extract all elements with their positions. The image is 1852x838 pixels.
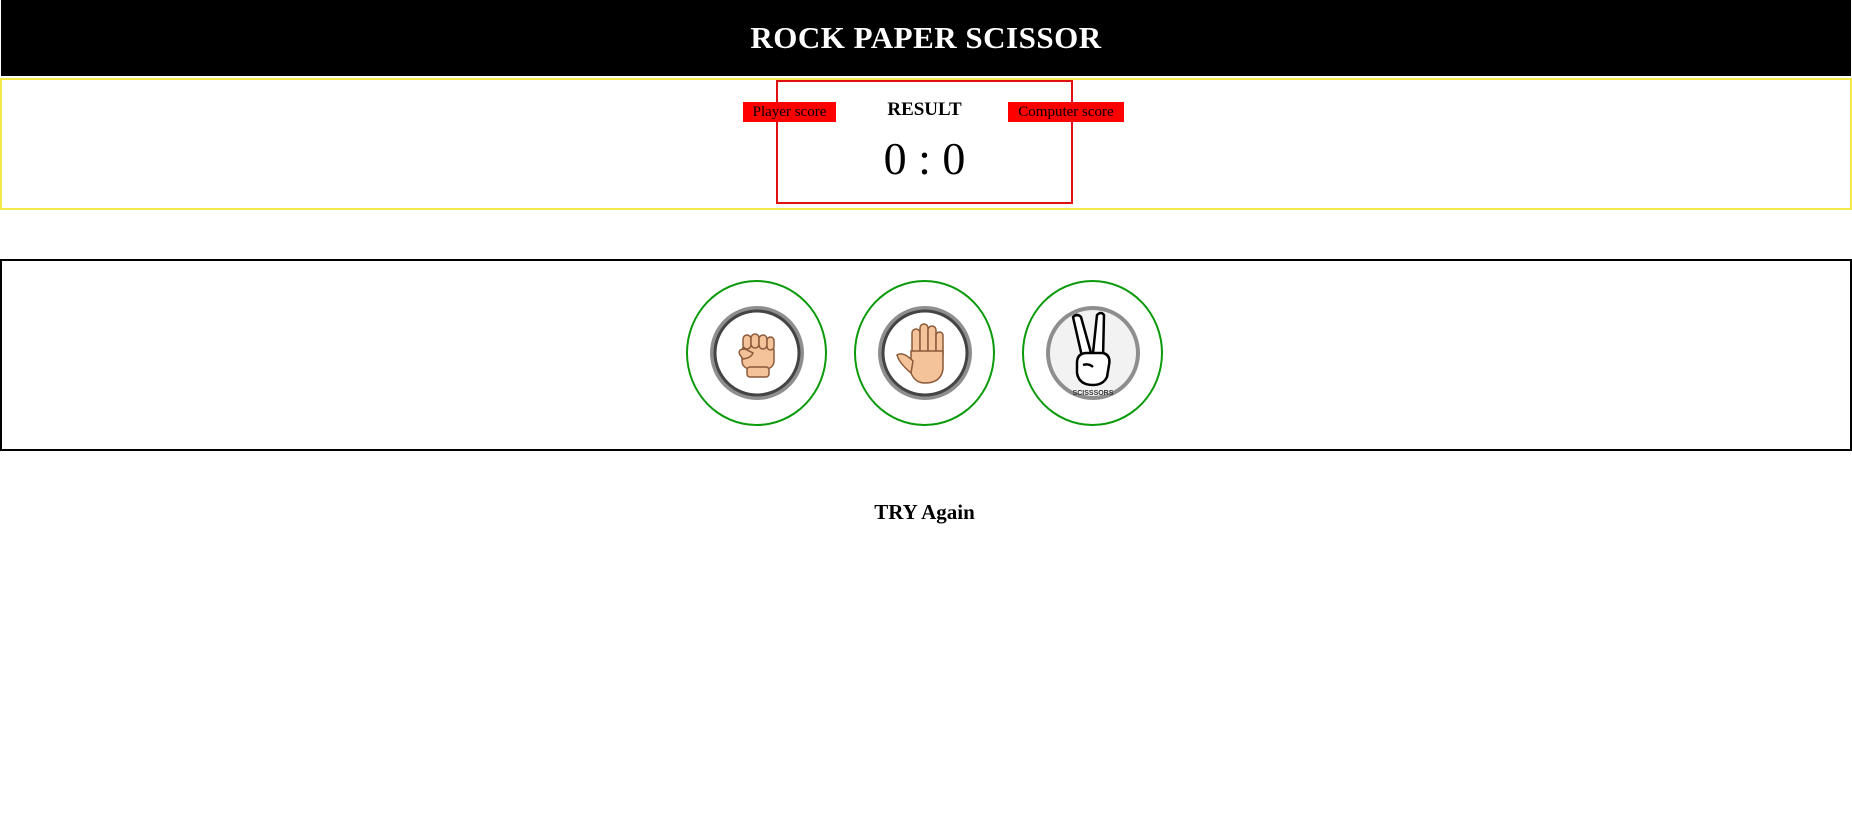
- status-message: TRY Again: [874, 500, 975, 524]
- peace-hand-icon: SCISSSORS: [1045, 306, 1140, 400]
- scissor-button[interactable]: SCISSSORS: [1022, 280, 1163, 426]
- scissors-caption: SCISSSORS: [1072, 390, 1113, 397]
- page-header: ROCK PAPER SCISSOR: [1, 0, 1851, 76]
- open-hand-icon: [877, 306, 972, 400]
- page-title: ROCK PAPER SCISSOR: [750, 20, 1102, 55]
- rock-button[interactable]: [686, 280, 827, 426]
- paper-button[interactable]: [854, 280, 995, 426]
- fist-icon: [709, 306, 804, 400]
- score-value: 0 : 0: [883, 133, 966, 184]
- result-title: RESULT: [887, 99, 962, 120]
